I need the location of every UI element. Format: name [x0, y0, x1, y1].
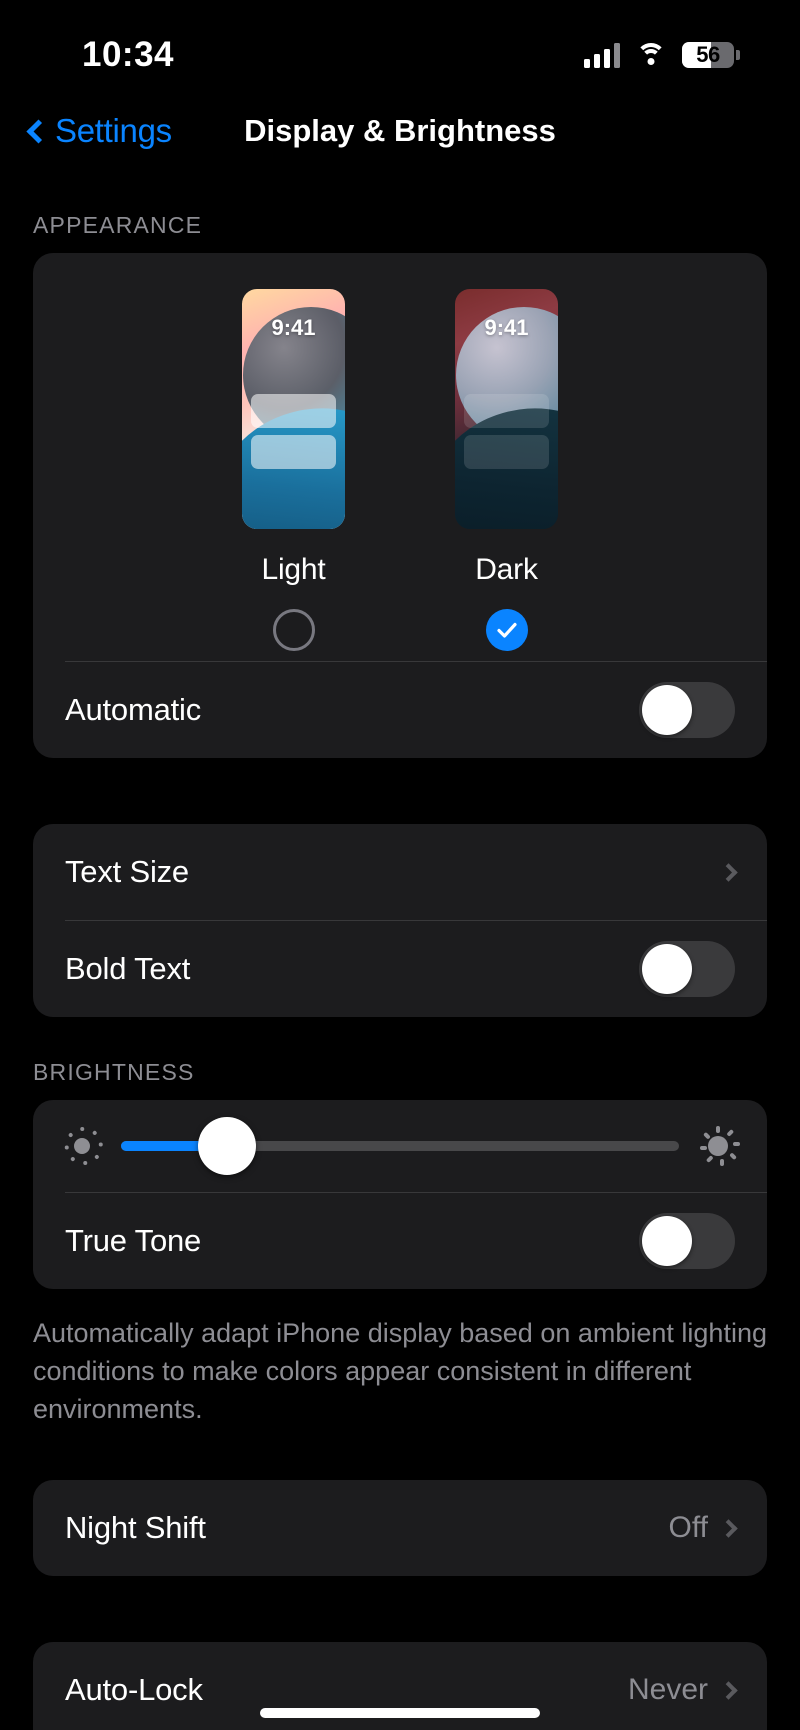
light-mode-preview: 9:41 — [242, 289, 345, 529]
sun-large-icon — [697, 1125, 740, 1167]
bold-text-label: Bold Text — [65, 951, 191, 986]
night-shift-value: Off — [668, 1511, 708, 1545]
automatic-label: Automatic — [65, 692, 202, 727]
iphone-settings-screen: 10:34 56 Settings Display & Brightness A… — [0, 0, 800, 1730]
automatic-toggle[interactable] — [639, 682, 735, 738]
row-night-shift[interactable]: Night Shift Off — [33, 1480, 767, 1576]
dark-mode-radio[interactable] — [485, 609, 528, 651]
appearance-option-dark[interactable]: 9:41 Dark — [455, 289, 558, 651]
row-bold-text[interactable]: Bold Text — [33, 921, 767, 1017]
appearance-options: 9:41 Light 9:41 Dark — [33, 253, 767, 661]
sun-small-icon — [61, 1125, 103, 1167]
chevron-left-icon — [26, 118, 51, 144]
text-settings-card: Text Size Bold Text — [33, 824, 767, 1017]
appearance-section-header: APPEARANCE — [33, 212, 203, 238]
auto-lock-value: Never — [627, 1673, 708, 1707]
preview-clock-dark: 9:41 — [484, 315, 529, 340]
status-bar-clock: 10:34 — [82, 35, 175, 74]
text-size-label: Text Size — [65, 854, 189, 889]
appearance-option-light[interactable]: 9:41 Light — [242, 289, 345, 651]
true-tone-toggle[interactable] — [639, 1213, 735, 1269]
status-bar: 10:34 56 — [0, 0, 800, 92]
chevron-right-icon — [719, 1681, 738, 1700]
brightness-section: True Tone — [0, 1100, 800, 1289]
brightness-thumb[interactable] — [198, 1117, 257, 1175]
cellular-bars-icon — [584, 42, 620, 68]
row-automatic[interactable]: Automatic — [33, 662, 767, 758]
chevron-right-icon — [719, 862, 738, 882]
checkmark-icon — [496, 622, 517, 638]
night-shift-label: Night Shift — [65, 1510, 206, 1546]
chevron-right-icon — [719, 1519, 738, 1538]
preview-clock-light: 9:41 — [271, 315, 316, 340]
light-mode-label: Light — [261, 553, 326, 586]
brightness-card: True Tone — [33, 1100, 767, 1289]
night-shift-section: Night Shift Off — [0, 1428, 800, 1577]
brightness-section-header: BRIGHTNESS — [33, 1059, 195, 1085]
battery-icon: 56 — [682, 42, 740, 68]
lock-section: Auto-Lock Never Raise to Wake — [0, 1576, 800, 1730]
wifi-icon — [636, 43, 666, 67]
home-indicator[interactable] — [260, 1708, 540, 1718]
battery-percent-label: 56 — [696, 42, 720, 67]
appearance-section: 9:41 Light 9:41 Dark Automatic Text Size… — [0, 253, 800, 1017]
dark-mode-preview: 9:41 — [455, 289, 558, 529]
appearance-card: 9:41 Light 9:41 Dark Automatic — [33, 253, 767, 758]
light-mode-radio[interactable] — [272, 609, 315, 651]
back-button-label: Settings — [55, 112, 172, 149]
brightness-slider-row[interactable] — [33, 1100, 767, 1192]
auto-lock-label: Auto-Lock — [65, 1672, 203, 1708]
row-true-tone[interactable]: True Tone — [33, 1193, 767, 1289]
night-shift-card: Night Shift Off — [33, 1480, 767, 1577]
true-tone-description: Automatically adapt iPhone display based… — [33, 1318, 767, 1424]
true-tone-label: True Tone — [65, 1223, 202, 1258]
back-button[interactable]: Settings — [24, 112, 172, 150]
row-text-size[interactable]: Text Size — [33, 824, 767, 920]
status-bar-indicators: 56 — [584, 42, 740, 68]
dark-mode-label: Dark — [475, 553, 538, 586]
navigation-bar: Settings Display & Brightness — [0, 92, 800, 170]
bold-text-toggle[interactable] — [639, 941, 735, 997]
brightness-track[interactable] — [121, 1117, 679, 1175]
